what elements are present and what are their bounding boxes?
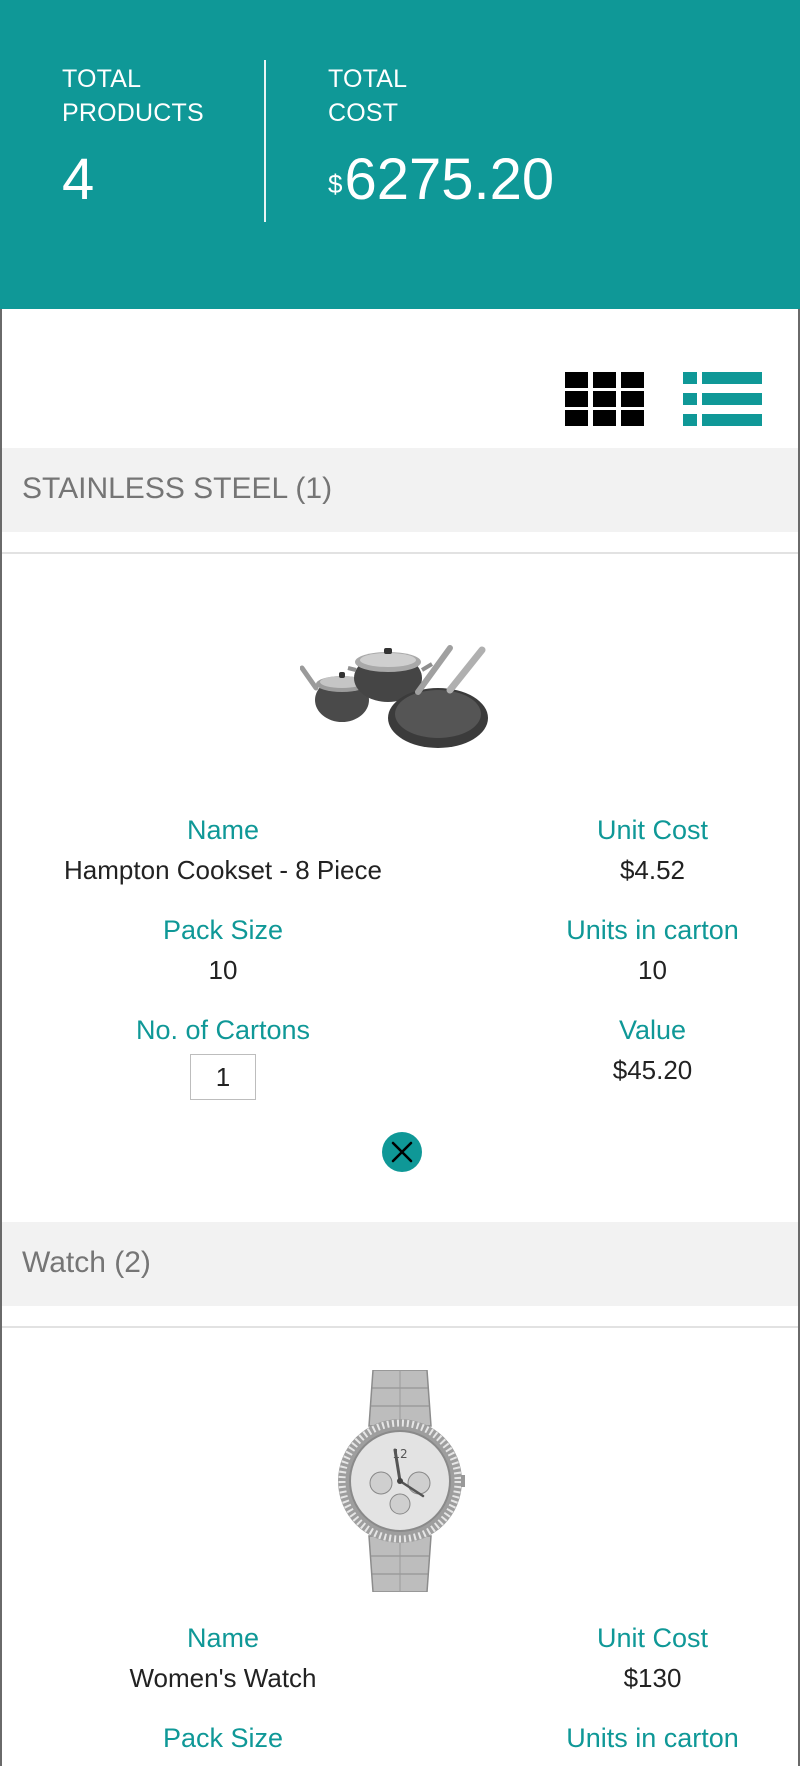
product-name-field: Name Hampton Cookset - 8 Piece [0, 812, 446, 888]
list-view-button[interactable] [683, 372, 762, 426]
unit-cost-label: Unit Cost [596, 1623, 709, 1653]
units-in-carton-label: Units in carton [566, 1723, 739, 1753]
pack-size-value: 10 [208, 955, 238, 985]
view-toggle-group [565, 372, 765, 426]
units-in-carton-field: Units in carton 10 [546, 912, 759, 988]
pack-size-field: Pack Size [0, 1720, 446, 1756]
units-in-carton-field: Units in carton [546, 1720, 759, 1756]
total-products-stat: TOTAL PRODUCTS 4 [62, 62, 242, 212]
list-icon [683, 372, 762, 426]
group-title: STAINLESS STEEL (1) [22, 472, 333, 505]
name-label: Name [186, 1623, 260, 1653]
cartons-label: No. of Cartons [135, 1015, 311, 1045]
value-amount: $45.20 [612, 1055, 693, 1085]
header-divider [264, 60, 266, 222]
cartons-field: No. of Cartons [0, 1012, 446, 1100]
unit-cost-field: Unit Cost $4.52 [546, 812, 759, 888]
pack-size-label: Pack Size [162, 1723, 284, 1753]
value-label: Value [618, 1015, 687, 1045]
pack-size-field: Pack Size 10 [0, 912, 446, 988]
currency-symbol: $ [328, 169, 343, 199]
unit-cost-label: Unit Cost [596, 815, 709, 845]
summary-header: TOTAL PRODUCTS 4 TOTAL COST $6275.20 [0, 0, 800, 309]
group-divider [2, 552, 798, 554]
name-label: Name [186, 815, 260, 845]
group-header-watch[interactable]: Watch (2) [2, 1222, 798, 1306]
units-in-carton-label: Units in carton [566, 915, 739, 945]
total-cost-value: $6275.20 [328, 148, 628, 212]
close-circle-icon [382, 1132, 422, 1172]
total-products-label-line2: PRODUCTS [62, 99, 204, 127]
cartons-input[interactable] [190, 1054, 256, 1100]
unit-cost-value: $4.52 [619, 855, 686, 885]
pack-size-label: Pack Size [162, 915, 284, 945]
grid-icon [565, 372, 644, 426]
total-products-label: TOTAL PRODUCTS [62, 62, 242, 130]
group-header-stainless-steel[interactable]: STAINLESS STEEL (1) [2, 448, 798, 532]
group-divider [2, 1326, 798, 1328]
unit-cost-field: Unit Cost $130 [546, 1620, 759, 1696]
total-cost-amount: 6275.20 [344, 147, 555, 212]
product-name: Women's Watch [129, 1663, 317, 1693]
total-cost-label-line1: TOTAL [328, 65, 408, 93]
product-name-field: Name Women's Watch [0, 1620, 446, 1696]
total-cost-stat: TOTAL COST $6275.20 [328, 62, 628, 212]
grid-view-button[interactable] [565, 372, 644, 426]
total-products-label-line1: TOTAL [62, 65, 142, 93]
total-products-value: 4 [62, 147, 95, 212]
product-name: Hampton Cookset - 8 Piece [64, 855, 382, 885]
group-title: Watch (2) [22, 1246, 151, 1279]
value-field: Value $45.20 [546, 1012, 759, 1088]
watch-image: 12 [335, 1369, 465, 1593]
unit-cost-value: $130 [623, 1663, 682, 1693]
total-cost-label: TOTAL COST [328, 62, 628, 130]
remove-product-button[interactable] [382, 1132, 422, 1172]
units-in-carton-value: 10 [638, 955, 667, 985]
cookware-set-image [299, 630, 500, 755]
total-cost-label-line2: COST [328, 99, 399, 127]
